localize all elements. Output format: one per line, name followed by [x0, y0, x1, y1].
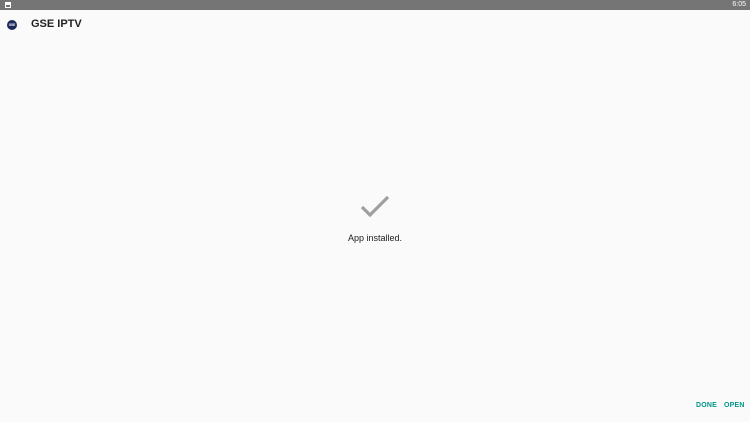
done-button[interactable]: DONE: [696, 402, 717, 409]
image-notification-icon: [5, 2, 11, 8]
check-icon: [360, 195, 390, 218]
app-title: GSE IPTV: [31, 18, 82, 30]
app-icon-label: GSE: [8, 23, 16, 27]
status-bar: 6:05: [0, 0, 750, 10]
status-time: 6:05: [732, 1, 746, 8]
app-header: GSE GSE IPTV: [0, 10, 750, 40]
app-icon: GSE: [7, 20, 17, 30]
install-status-message: App installed.: [347, 233, 403, 243]
open-button[interactable]: OPEN: [724, 402, 745, 409]
